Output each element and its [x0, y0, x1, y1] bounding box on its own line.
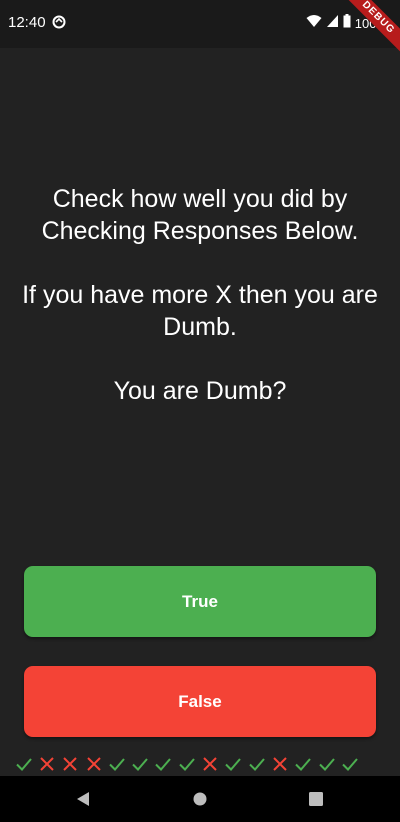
check-icon — [338, 753, 361, 775]
question-text: Check how well you did by Checking Respo… — [10, 183, 390, 439]
close-icon — [35, 753, 58, 775]
home-icon[interactable] — [193, 792, 207, 811]
sync-icon — [52, 15, 66, 29]
false-button[interactable]: False — [24, 666, 376, 737]
check-icon — [292, 753, 315, 775]
cell-signal-icon — [326, 14, 339, 33]
back-icon[interactable] — [76, 791, 90, 812]
check-icon — [12, 753, 35, 775]
question-line-3: You are Dumb? — [113, 377, 287, 405]
check-icon — [175, 753, 198, 775]
close-icon — [59, 753, 82, 775]
close-icon — [82, 753, 105, 775]
wifi-icon — [306, 14, 322, 33]
check-icon — [152, 753, 175, 775]
question-line-2: If you have more X then you are Dumb. — [22, 281, 378, 341]
status-time: 12:40 — [8, 14, 46, 31]
check-icon — [105, 753, 128, 775]
navigation-bar — [0, 776, 400, 822]
true-button[interactable]: True — [24, 566, 376, 637]
score-keeper — [12, 753, 361, 775]
check-icon — [245, 753, 268, 775]
quiz-screen: 12:40 1 — [0, 0, 400, 822]
check-icon — [222, 753, 245, 775]
check-icon — [315, 753, 338, 775]
question-line-1: Check how well you did by Checking Respo… — [41, 185, 359, 245]
close-icon — [268, 753, 291, 775]
battery-icon — [343, 14, 351, 33]
recents-icon[interactable] — [309, 792, 323, 811]
close-icon — [198, 753, 221, 775]
check-icon — [128, 753, 151, 775]
status-bar: 12:40 1 — [0, 0, 400, 60]
